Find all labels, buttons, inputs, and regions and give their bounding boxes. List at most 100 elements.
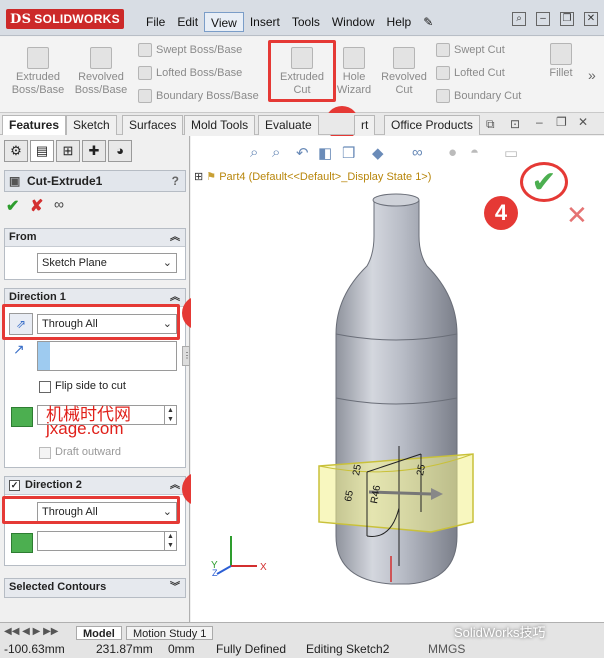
menu-help[interactable]: Help [381, 12, 418, 32]
doc-restore-icon[interactable]: ❐ [556, 115, 567, 129]
menu-insert[interactable]: Insert [244, 12, 286, 32]
draft2-toggle-icon[interactable] [11, 533, 33, 553]
draft-outward-label: Draft outward [55, 446, 122, 458]
boundary-boss-button[interactable]: Boundary Boss/Base [138, 89, 259, 103]
menu-window[interactable]: Window [326, 12, 381, 32]
draft2-angle-field[interactable]: ▲ ▼ [37, 531, 177, 551]
coord-y: 231.87mm [96, 642, 153, 656]
part-icon: ⚑ [206, 171, 217, 183]
flip-side-label: Flip side to cut [55, 380, 126, 392]
close-icon[interactable]: ✕ [584, 12, 598, 26]
menu-tools[interactable]: Tools [286, 12, 326, 32]
ribbon-more-icon[interactable]: » [588, 67, 596, 83]
pin-icon[interactable]: ✎ [417, 12, 439, 32]
collapse-icon: ︽ [170, 232, 180, 243]
tab-sketch[interactable]: Sketch [66, 115, 117, 135]
tab-surfaces[interactable]: Surfaces [122, 115, 184, 135]
selected-contours-heading[interactable]: Selected Contours ︾ [5, 579, 185, 597]
tab-evaluate[interactable]: Evaluate [258, 115, 319, 135]
boundary-cut-icon [436, 89, 450, 103]
fit-icon[interactable]: ⊡ [510, 117, 520, 131]
collapse-icon: ︽ [170, 480, 180, 491]
manager-tabs: ⚙ ▤ ⊞ ✚ ◕ [4, 140, 132, 162]
tile-icon[interactable]: ⧉ [486, 117, 495, 132]
from-select[interactable]: Sketch Plane ⌄ [37, 253, 177, 273]
expand-icon: ︾ [170, 582, 180, 593]
tab-partial[interactable]: rt [354, 115, 376, 135]
view-orientation-icon[interactable]: ❒ [342, 144, 355, 162]
draft-toggle-icon[interactable] [11, 407, 33, 427]
menu-file[interactable]: File [140, 12, 171, 32]
panel-splitter-handle[interactable]: ⋮ [182, 346, 191, 366]
solidworks-logo[interactable]: DS SOLIDWORKS [6, 9, 124, 29]
callout-badge-4: 4 [484, 196, 518, 230]
extruded-boss-button[interactable]: Extruded Boss/Base [8, 47, 68, 97]
boundary-cut-button[interactable]: Boundary Cut [436, 89, 521, 103]
window-controls: ⌕ – ❐ ✕ [512, 12, 598, 26]
feature-tree-icon[interactable]: ⚙ [4, 140, 28, 162]
draft-outward-checkbox[interactable] [39, 447, 51, 459]
confirm-ok-icon[interactable]: ✔ [520, 162, 568, 202]
hole-wizard-button[interactable]: Hole Wizard [334, 47, 374, 97]
restore-icon[interactable]: ❐ [560, 12, 574, 26]
from-heading[interactable]: From ︽ [5, 229, 185, 247]
feature-tree-flyout[interactable]: ⊞ ⚑ Part4 (Default<<Default>_Display Sta… [194, 170, 431, 183]
doc-minimize-icon[interactable]: – [536, 115, 543, 129]
fillet-button[interactable]: Fillet [544, 43, 578, 80]
highlight-extruded-cut [268, 40, 336, 102]
direction-vector-field[interactable] [37, 341, 177, 371]
direction2-heading[interactable]: ✓ Direction 2 ︽ [5, 477, 185, 495]
appearance-icon[interactable]: ● [448, 144, 457, 161]
boundary-icon [138, 89, 152, 103]
direction2-checkbox[interactable]: ✓ [9, 480, 20, 491]
tab-office-products[interactable]: Office Products [384, 115, 480, 135]
view-settings-icon[interactable]: ▭ [504, 144, 518, 162]
cancel-x-icon[interactable]: ✘ [30, 196, 43, 216]
doc-close-icon[interactable]: ✕ [578, 115, 588, 129]
swept-cut-icon [436, 43, 450, 57]
graphics-viewport[interactable]: 65 R46 25 25 [191, 136, 604, 622]
selected-contours-group: Selected Contours ︾ [4, 578, 186, 598]
swept-boss-button[interactable]: Swept Boss/Base [138, 43, 242, 57]
hide-show-icon[interactable]: ∞ [412, 144, 423, 161]
triad-z-label: Z [212, 568, 218, 578]
edit-mode: Editing Sketch2 [306, 642, 390, 656]
cut-extrude-icon: ▣ [9, 174, 21, 188]
flip-side-checkbox[interactable] [39, 381, 51, 393]
search-icon[interactable]: ⌕ [512, 12, 526, 26]
section-view-icon[interactable]: ◧ [318, 144, 332, 162]
extrude-icon [27, 47, 49, 69]
lofted-boss-button[interactable]: Lofted Boss/Base [138, 66, 242, 80]
lofted-cut-button[interactable]: Lofted Cut [436, 66, 505, 80]
unit-system[interactable]: MMGS [428, 642, 465, 656]
tab-features[interactable]: Features [2, 115, 67, 135]
config-manager-icon[interactable]: ⊞ [56, 140, 80, 162]
help-button[interactable]: ? [172, 171, 179, 191]
tab-mold-tools[interactable]: Mold Tools [184, 115, 256, 135]
revolved-cut-button[interactable]: Revolved Cut [378, 47, 430, 97]
menu-edit[interactable]: Edit [171, 12, 204, 32]
ok-check-icon[interactable]: ✔ [6, 196, 19, 216]
confirm-cancel-icon[interactable]: ✕ [566, 200, 588, 231]
revolved-boss-button[interactable]: Revolved Boss/Base [72, 47, 130, 97]
triad-x-label: X [260, 562, 267, 573]
preview-glasses-icon[interactable]: ∞ [54, 196, 64, 212]
minimize-icon[interactable]: – [536, 12, 550, 26]
tab-motion-study[interactable]: Motion Study 1 [126, 626, 214, 640]
scene-icon[interactable]: ◓ [470, 144, 479, 161]
previous-view-icon[interactable]: ↶ [296, 144, 309, 162]
revolved-cut-icon [393, 47, 415, 69]
zoom-area-icon[interactable]: ⌕ [272, 144, 280, 161]
property-manager-icon[interactable]: ▤ [30, 140, 54, 162]
zoom-fit-icon[interactable]: ⌕ [250, 144, 258, 161]
menu-view[interactable]: View [204, 12, 244, 32]
dimxpert-icon[interactable]: ✚ [82, 140, 106, 162]
tab-model[interactable]: Model [76, 626, 122, 640]
property-manager: ⚙ ▤ ⊞ ✚ ◕ ▣ Cut-Extrude1 ? ✔ ✘ ∞ From ︽ S… [0, 136, 191, 622]
display-style-icon[interactable]: ◆ [372, 144, 384, 162]
lofted-cut-icon [436, 66, 450, 80]
swept-cut-button[interactable]: Swept Cut [436, 43, 505, 57]
nav-arrows-icon[interactable]: ◀◀ ◀ ▶ ▶▶ [4, 626, 58, 637]
feature-title: ▣ Cut-Extrude1 ? [4, 170, 186, 192]
display-manager-icon[interactable]: ◕ [108, 140, 132, 162]
